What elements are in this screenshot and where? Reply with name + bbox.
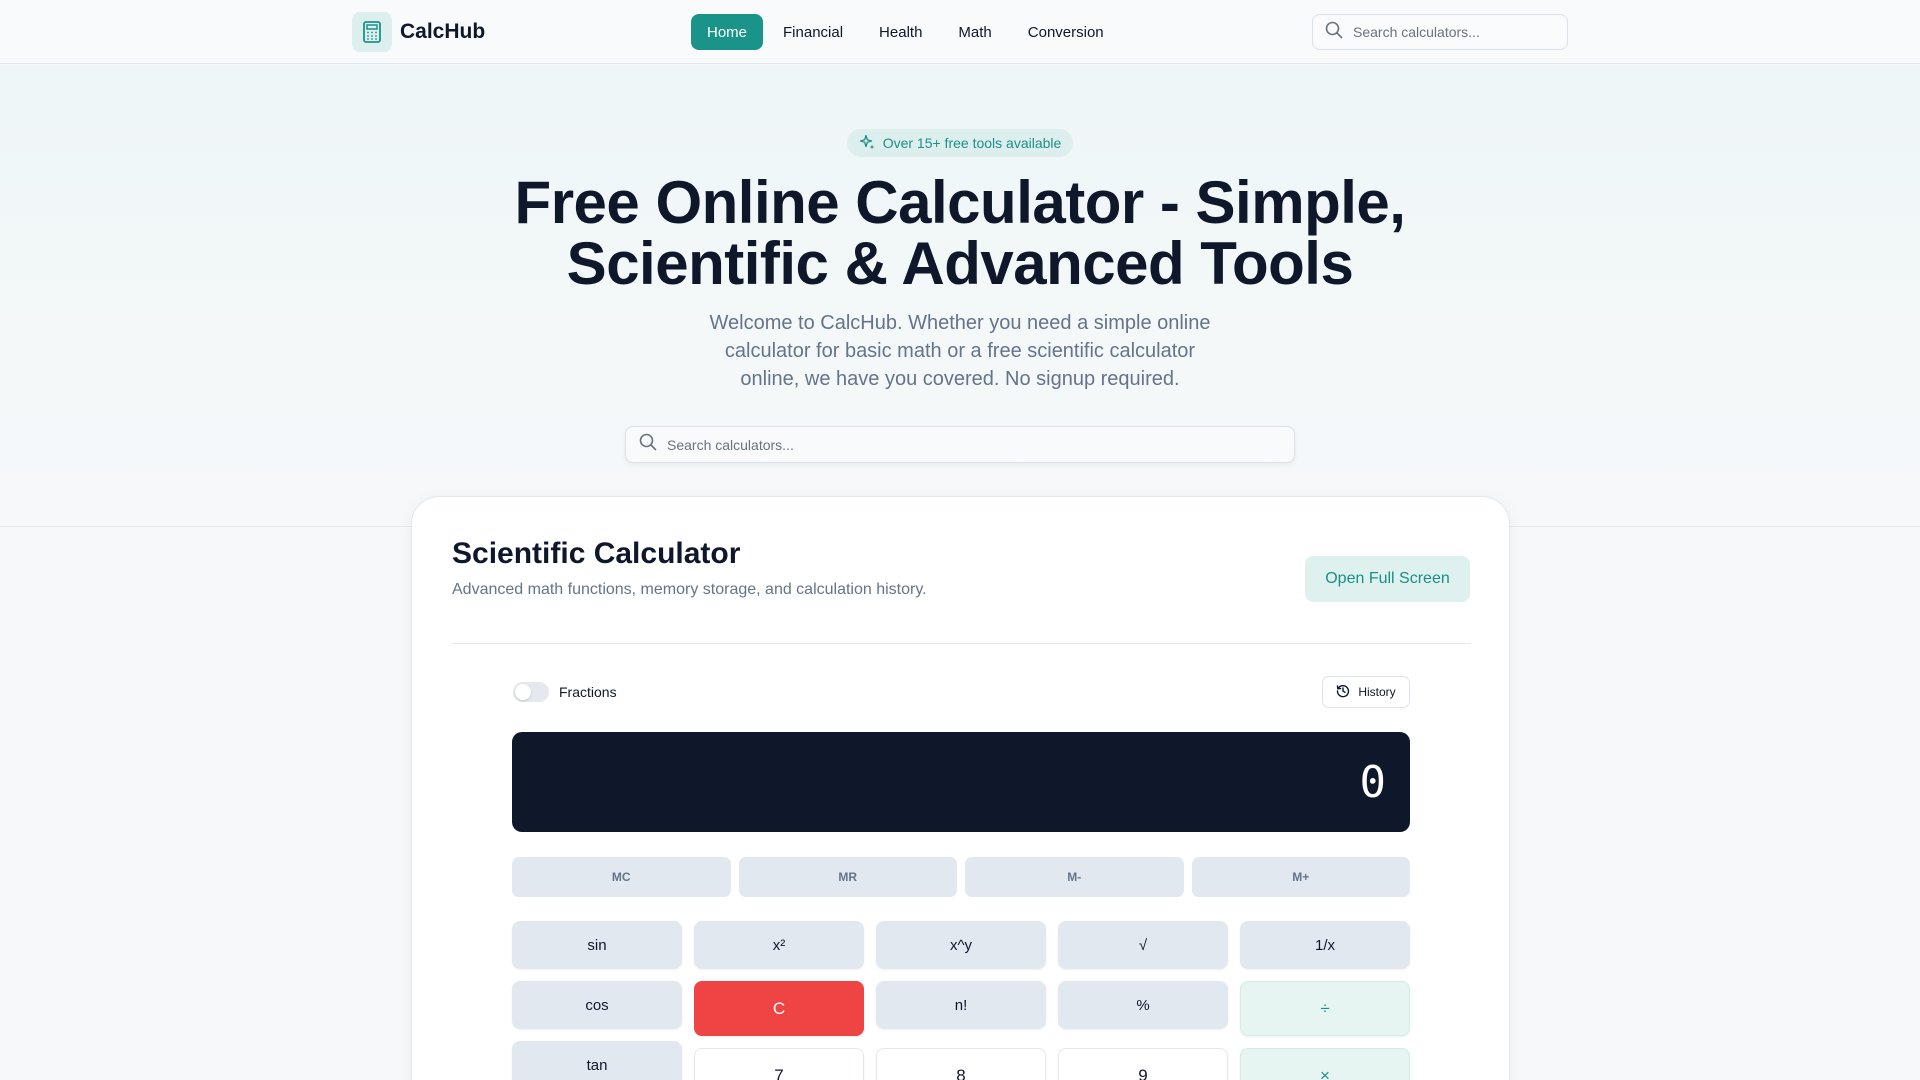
badge-text: Over 15+ free tools available bbox=[882, 135, 1062, 151]
square-button[interactable]: x² bbox=[694, 921, 864, 969]
main-nav: Home Financial Health Math Conversion bbox=[691, 14, 1120, 50]
search-icon bbox=[1325, 21, 1343, 44]
history-label: History bbox=[1358, 685, 1396, 699]
logo[interactable]: CalcHub bbox=[352, 12, 485, 52]
hero-subtitle: Welcome to CalcHub. Whether you need a s… bbox=[709, 312, 1211, 390]
page-title-line-2: Scientific & Advanced Tools bbox=[566, 230, 1354, 297]
multiply-button[interactable]: × bbox=[1240, 1048, 1410, 1080]
tan-button[interactable]: tan bbox=[512, 1041, 682, 1080]
memory-add-button[interactable]: M+ bbox=[1191, 857, 1410, 897]
sparkles-icon bbox=[859, 134, 875, 153]
percent-button[interactable]: % bbox=[1058, 981, 1228, 1029]
search-icon bbox=[639, 433, 657, 456]
digit-8-button[interactable]: 8 bbox=[876, 1048, 1046, 1080]
divider bbox=[452, 643, 1471, 644]
display-value: 0 bbox=[1359, 756, 1387, 808]
divide-button[interactable]: ÷ bbox=[1240, 981, 1410, 1036]
memory-subtract-button[interactable]: M- bbox=[965, 857, 1184, 897]
nav-financial[interactable]: Financial bbox=[767, 14, 859, 50]
fractions-toggle-row: Fractions bbox=[513, 682, 617, 702]
page-title-line-1: Free Online Calculator - Simple, bbox=[514, 169, 1406, 236]
nav-health[interactable]: Health bbox=[863, 14, 938, 50]
header-search-input[interactable] bbox=[1353, 24, 1567, 40]
hero-search-input[interactable] bbox=[667, 436, 1294, 453]
top-header: CalcHub Home Financial Health Math Conve… bbox=[0, 0, 1920, 64]
toggle-knob bbox=[515, 684, 531, 700]
page-title: Free Online Calculator - Simple, Scienti… bbox=[360, 172, 1560, 294]
memory-clear-button[interactable]: MC bbox=[512, 857, 731, 897]
calculator-subtitle: Advanced math functions, memory storage,… bbox=[452, 581, 927, 598]
hero-search[interactable] bbox=[625, 426, 1295, 463]
square-root-button[interactable]: √ bbox=[1058, 921, 1228, 969]
memory-recall-button[interactable]: MR bbox=[738, 857, 957, 897]
clear-button[interactable]: C bbox=[694, 981, 864, 1036]
history-button[interactable]: History bbox=[1322, 676, 1410, 708]
calculator-icon bbox=[352, 12, 392, 52]
logo-text: CalcHub bbox=[400, 20, 486, 43]
calculator-display: 0 bbox=[512, 732, 1410, 832]
power-button[interactable]: x^y bbox=[876, 921, 1046, 969]
sin-button[interactable]: sin bbox=[512, 921, 682, 969]
factorial-button[interactable]: n! bbox=[876, 981, 1046, 1029]
fractions-label: Fractions bbox=[559, 684, 617, 700]
calculator-title: Scientific Calculator bbox=[452, 537, 741, 570]
cos-button[interactable]: cos bbox=[512, 981, 682, 1029]
nav-home[interactable]: Home bbox=[691, 14, 764, 50]
history-icon bbox=[1336, 684, 1350, 701]
memory-row: MC MR M- M+ bbox=[512, 857, 1410, 897]
digit-9-button[interactable]: 9 bbox=[1058, 1048, 1228, 1080]
digit-7-button[interactable]: 7 bbox=[694, 1048, 864, 1080]
reciprocal-button[interactable]: 1/x bbox=[1240, 921, 1410, 969]
fractions-toggle[interactable] bbox=[513, 682, 549, 702]
nav-math[interactable]: Math bbox=[942, 14, 1007, 50]
tools-badge: Over 15+ free tools available bbox=[847, 129, 1073, 157]
calculator-card: Scientific Calculator Advanced math func… bbox=[411, 496, 1510, 1080]
header-search[interactable] bbox=[1312, 14, 1568, 50]
nav-conversion[interactable]: Conversion bbox=[1012, 14, 1120, 50]
open-full-screen-button[interactable]: Open Full Screen bbox=[1305, 556, 1470, 602]
